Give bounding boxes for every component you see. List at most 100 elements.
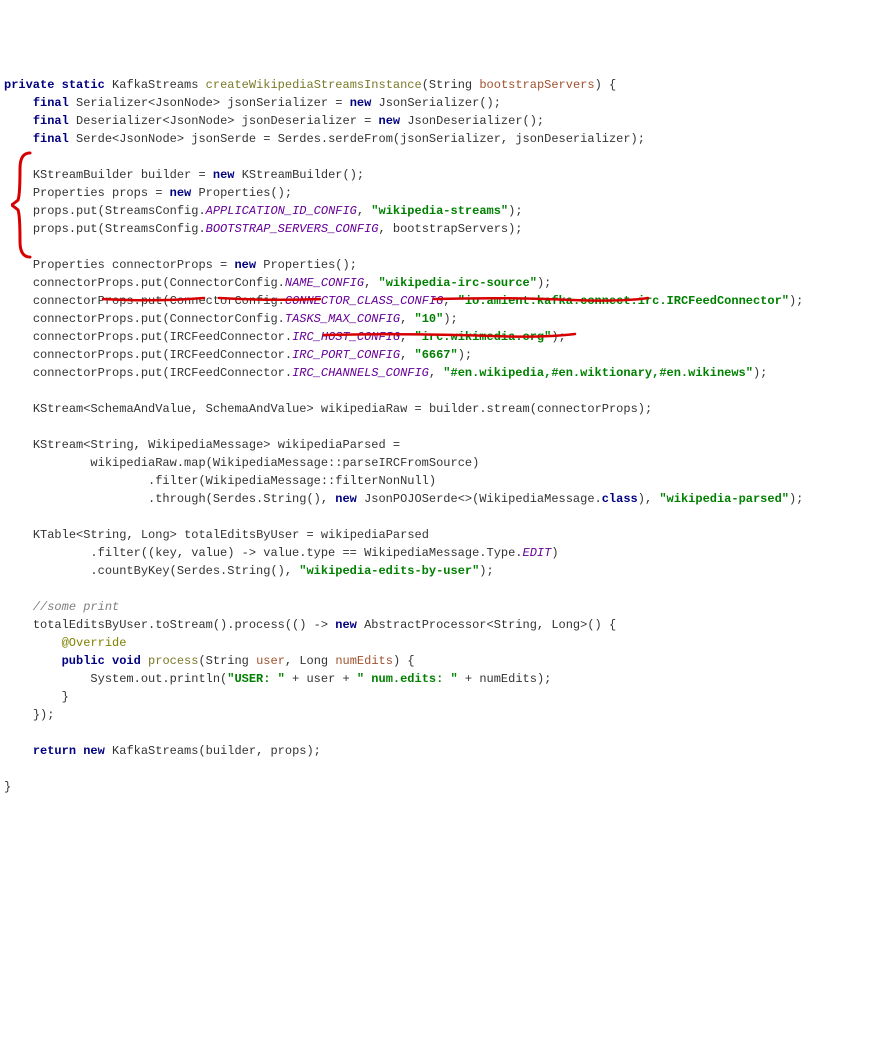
var-props: props — [112, 186, 148, 200]
type-kstream: KStream — [33, 402, 83, 416]
type-json-pojo-serde: JsonPOJOSerde — [364, 492, 458, 506]
const-bootstrap-servers: BOOTSTRAP_SERVERS_CONFIG — [206, 222, 379, 236]
props-put: props.put — [33, 222, 98, 236]
keyword-new: new — [83, 744, 105, 758]
plus: + — [285, 672, 307, 686]
method-process: process — [148, 654, 198, 668]
rbrace: } — [62, 690, 69, 704]
irc-feed-connector: IRCFeedConnector — [170, 366, 285, 380]
connector-config: ConnectorConfig — [170, 294, 278, 308]
type-json-serializer: JsonSerializer — [379, 96, 480, 110]
str-num-edits: " num.edits: " — [357, 672, 458, 686]
connector-props-put: connectorProps.put — [33, 294, 163, 308]
type-serde: Serde — [76, 132, 112, 146]
type-jsonnode: JsonNode — [170, 114, 228, 128]
var-connector-props: connectorProps — [112, 258, 213, 272]
type-properties: Properties — [263, 258, 335, 272]
type-kstreambuilder: KStreamBuilder — [242, 168, 343, 182]
connector-config: ConnectorConfig — [170, 312, 278, 326]
str-10: "10" — [415, 312, 444, 326]
keyword-new: new — [170, 186, 192, 200]
type-string: String — [494, 618, 537, 632]
comment-some-print: //some print — [33, 600, 119, 614]
type-abstract-processor: AbstractProcessor — [364, 618, 486, 632]
keyword-new: new — [335, 492, 357, 506]
str-wikipedia-irc-source: "wikipedia-irc-source" — [379, 276, 537, 290]
wm-class-paren: (WikipediaMessage. — [472, 492, 602, 506]
connector-config: ConnectorConfig — [170, 276, 278, 290]
const-name-config: NAME_CONFIG — [285, 276, 364, 290]
sysout: System.out.println( — [90, 672, 227, 686]
filter-nonnull: .filter(WikipediaMessage::filterNonNull) — [148, 474, 436, 488]
rbrace-paren-semi: }); — [33, 708, 55, 722]
type-string: String — [83, 528, 126, 542]
streams-config: StreamsConfig — [105, 204, 199, 218]
var-total-edits: totalEditsByUser — [184, 528, 299, 542]
builder-stream: builder.stream — [429, 402, 530, 416]
type-jsonnode: JsonNode — [119, 132, 177, 146]
str-channels: "#en.wikipedia,#en.wiktionary,#en.wikine… — [443, 366, 753, 380]
connector-props-put: connectorProps.put — [33, 366, 163, 380]
param-num-edits: numEdits — [335, 654, 393, 668]
var-json-serializer: jsonSerializer — [227, 96, 328, 110]
type-schema-and-value: SchemaAndValue — [90, 402, 191, 416]
keyword-public: public — [62, 654, 105, 668]
type-long: Long — [551, 618, 580, 632]
filter-edit-lambda: .filter((key, value) -> value.type == Wi… — [90, 546, 522, 560]
keyword-final: final — [33, 132, 69, 146]
const-irc-port: IRC_PORT_CONFIG — [292, 348, 400, 362]
type-ktable: KTable — [33, 528, 76, 542]
irc-feed-connector: IRCFeedConnector — [170, 348, 285, 362]
type-wikipedia-message: WikipediaMessage — [148, 438, 263, 452]
type-string: String — [429, 78, 472, 92]
connector-props-put: connectorProps.put — [33, 348, 163, 362]
str-6667: "6667" — [415, 348, 458, 362]
type-properties: Properties — [33, 186, 105, 200]
var-wikipedia-parsed: wikipediaParsed — [278, 438, 386, 452]
type-kstreambuilder: KStreamBuilder — [33, 168, 134, 182]
keyword-final: final — [33, 114, 69, 128]
const-connector-class: CONNECTOR_CLASS_CONFIG — [285, 294, 443, 308]
code-block: private static KafkaStreams createWikipe… — [4, 76, 891, 796]
keyword-new: new — [234, 258, 256, 272]
rbrace: } — [4, 780, 11, 794]
str-wikipedia-edits-by-user: "wikipedia-edits-by-user" — [299, 564, 479, 578]
type-kafkastreams: KafkaStreams — [112, 78, 198, 92]
type-schema-and-value: SchemaAndValue — [206, 402, 307, 416]
type-json-deserializer: JsonDeserializer — [407, 114, 522, 128]
wikipedia-raw-map: wikipediaRaw.map — [90, 456, 205, 470]
var-json-deserializer: jsonDeserializer — [242, 114, 357, 128]
type-properties: Properties — [198, 186, 270, 200]
str-irc-host: "irc.wikimedia.org" — [415, 330, 552, 344]
method-ref-parse-irc: parseIRCFromSource — [342, 456, 472, 470]
keyword-new: new — [335, 618, 357, 632]
type-deserializer: Deserializer — [76, 114, 162, 128]
var-wikipedia-raw: wikipediaRaw — [321, 402, 407, 416]
str-wikipedia-streams: "wikipedia-streams" — [371, 204, 508, 218]
count-by-key: .countByKey(Serdes.String(), — [90, 564, 299, 578]
through-call: .through(Serdes.String(), — [148, 492, 335, 506]
type-jsonnode: JsonNode — [155, 96, 213, 110]
var-json-serde: jsonSerde — [191, 132, 256, 146]
str-user: "USER: " — [227, 672, 285, 686]
type-string: String — [206, 654, 249, 668]
param-bootstrap-servers: bootstrapServers — [479, 78, 594, 92]
props-put: props.put — [33, 204, 98, 218]
keyword-new: new — [350, 96, 372, 110]
keyword-new: new — [379, 114, 401, 128]
type-kstream: KStream — [33, 438, 83, 452]
const-application-id: APPLICATION_ID_CONFIG — [206, 204, 357, 218]
param-user: user — [256, 654, 285, 668]
str-irc-connector-class: "io.amient.kafka.connect.irc.IRCFeedConn… — [458, 294, 789, 308]
connector-props-put: connectorProps.put — [33, 276, 163, 290]
plus: + — [335, 672, 357, 686]
annotation-override: @Override — [62, 636, 127, 650]
method-name: createWikipediaStreamsInstance — [206, 78, 422, 92]
keyword-return: return — [33, 744, 76, 758]
keyword-static: static — [62, 78, 105, 92]
type-properties: Properties — [33, 258, 105, 272]
type-long: Long — [141, 528, 170, 542]
to-stream-process: totalEditsByUser.toStream().process(() -… — [33, 618, 335, 632]
keyword-new: new — [213, 168, 235, 182]
serdes-serdefrom: Serdes.serdeFrom — [278, 132, 393, 146]
